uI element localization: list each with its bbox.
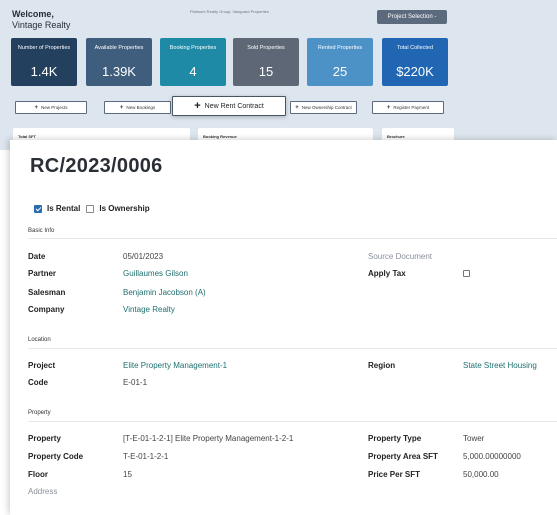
stat-card-title: Number of Properties [17,45,71,51]
project-link[interactable]: Elite Property Management-1 [123,361,227,370]
welcome-company: Vintage Realty [12,20,71,30]
region-link[interactable]: State Street Housing [463,361,537,370]
partner-label: Partner [28,269,57,278]
date-field[interactable]: 05/01/2023 [123,252,163,261]
stat-card-value: 25 [332,64,348,79]
is-ownership-checkbox[interactable] [86,204,95,213]
section-basic-info: Basic Info [28,228,55,234]
stat-card-value: 1.39K [102,64,136,79]
plus-icon: + [386,105,391,111]
property-area-value: 5,000.00000000 [463,452,521,461]
register-payment-label: Register Payment [393,105,430,110]
company-link[interactable]: Vintage Realty [123,305,175,314]
property-label: Property [28,434,61,443]
partner-link[interactable]: Guillaumes Gilson [123,269,188,278]
panel-title: Booking Revenue [203,134,237,139]
is-rental-label: Is Rental [47,204,81,213]
rent-contract-form: RC/2023/0006 Is Rental Is Ownership Basi… [10,140,557,515]
floor-label: Floor [28,470,48,479]
company-label: Company [28,305,65,314]
project-label: Project [28,361,56,370]
is-rental-checkbox[interactable] [34,204,42,213]
section-location: Location [28,337,51,343]
stat-card-booking-properties[interactable]: Booking Properties 4 [160,38,226,86]
date-label: Date [28,252,46,261]
stat-card-number-of-properties[interactable]: Number of Properties 1.4K [11,38,77,86]
property-code-label: Property Code [28,452,84,461]
welcome-text: Welcome, Vintage Realty [12,9,70,31]
new-rent-contract-button[interactable]: + New Rent Contract [172,96,286,116]
new-rent-contract-label: New Rent Contract [204,103,264,110]
plus-icon: + [34,105,38,111]
code-label: Code [28,378,48,387]
address-label: Address [28,487,58,496]
panel-title: Total SFT [18,134,36,139]
salesman-link[interactable]: Benjamin Jacobson (A) [123,288,206,297]
plus-icon: + [194,100,201,112]
new-ownership-contract-button[interactable]: + New Ownership Contract [290,101,357,114]
stat-card-title: Sold Properties [247,45,285,51]
region-label: Region [368,361,396,370]
stat-card-value: 15 [258,64,274,79]
source-document-label: Source Document [368,252,433,261]
new-bookings-button[interactable]: + New Bookings [104,101,171,114]
stat-card-title: Rented Properties [317,45,363,51]
stat-card-value: 4 [189,64,197,79]
new-projects-button[interactable]: + New Projects [15,101,87,114]
register-payment-button[interactable]: + Register Payment [372,101,444,114]
divider [28,348,557,349]
property-code-value: T-E-01-1-2-1 [123,452,169,461]
stat-card-available-properties[interactable]: Available Properties 1.39K [86,38,152,86]
salesman-label: Salesman [28,288,66,297]
banner-text: Platinum Realty Group, Vanguard Properti… [190,9,269,14]
dashboard: Welcome, Vintage Realty Platinum Realty … [0,0,557,150]
stat-card-title: Total Collected [396,45,434,51]
section-property: Property [28,410,51,416]
floor-value: 15 [123,470,132,479]
new-ownership-contract-label: New Ownership Contract [301,105,352,110]
new-projects-label: New Projects [41,105,68,110]
divider [28,238,557,239]
price-per-sft-label: Price Per SFT [368,470,421,479]
plus-icon: + [119,105,124,111]
screen: Welcome, Vintage Realty Platinum Realty … [0,0,557,515]
price-per-sft-value: 50,000.00 [463,470,499,479]
stat-card-value: $220K [396,64,434,79]
project-selection-button[interactable]: Project Selection - [377,10,447,24]
plus-icon: + [295,105,299,111]
stat-card-total-collected[interactable]: Total Collected $220K [382,38,448,86]
is-ownership-label: Is Ownership [99,204,150,213]
property-type-value: Tower [463,434,485,443]
panel-title: Brochure [387,134,405,139]
contract-type-checkboxes: Is Rental Is Ownership [34,204,150,213]
stat-card-rented-properties[interactable]: Rented Properties 25 [307,38,373,86]
contract-reference: RC/2023/0006 [30,155,163,177]
apply-tax-checkbox[interactable] [463,270,470,277]
code-value: E-01-1 [123,378,148,387]
welcome-greeting: Welcome, [12,9,54,19]
divider [28,421,557,422]
new-bookings-label: New Bookings [126,105,156,110]
property-type-label: Property Type [368,434,422,443]
stat-card-title: Booking Properties [169,45,217,51]
stat-card-sold-properties[interactable]: Sold Properties 15 [233,38,299,86]
property-value[interactable]: [T-E-01-1-2-1] Elite Property Management… [123,434,293,443]
stat-card-title: Available Properties [94,45,144,51]
property-area-label: Property Area SFT [368,452,438,461]
stat-card-value: 1.4K [30,64,58,79]
apply-tax-label: Apply Tax [368,269,406,278]
